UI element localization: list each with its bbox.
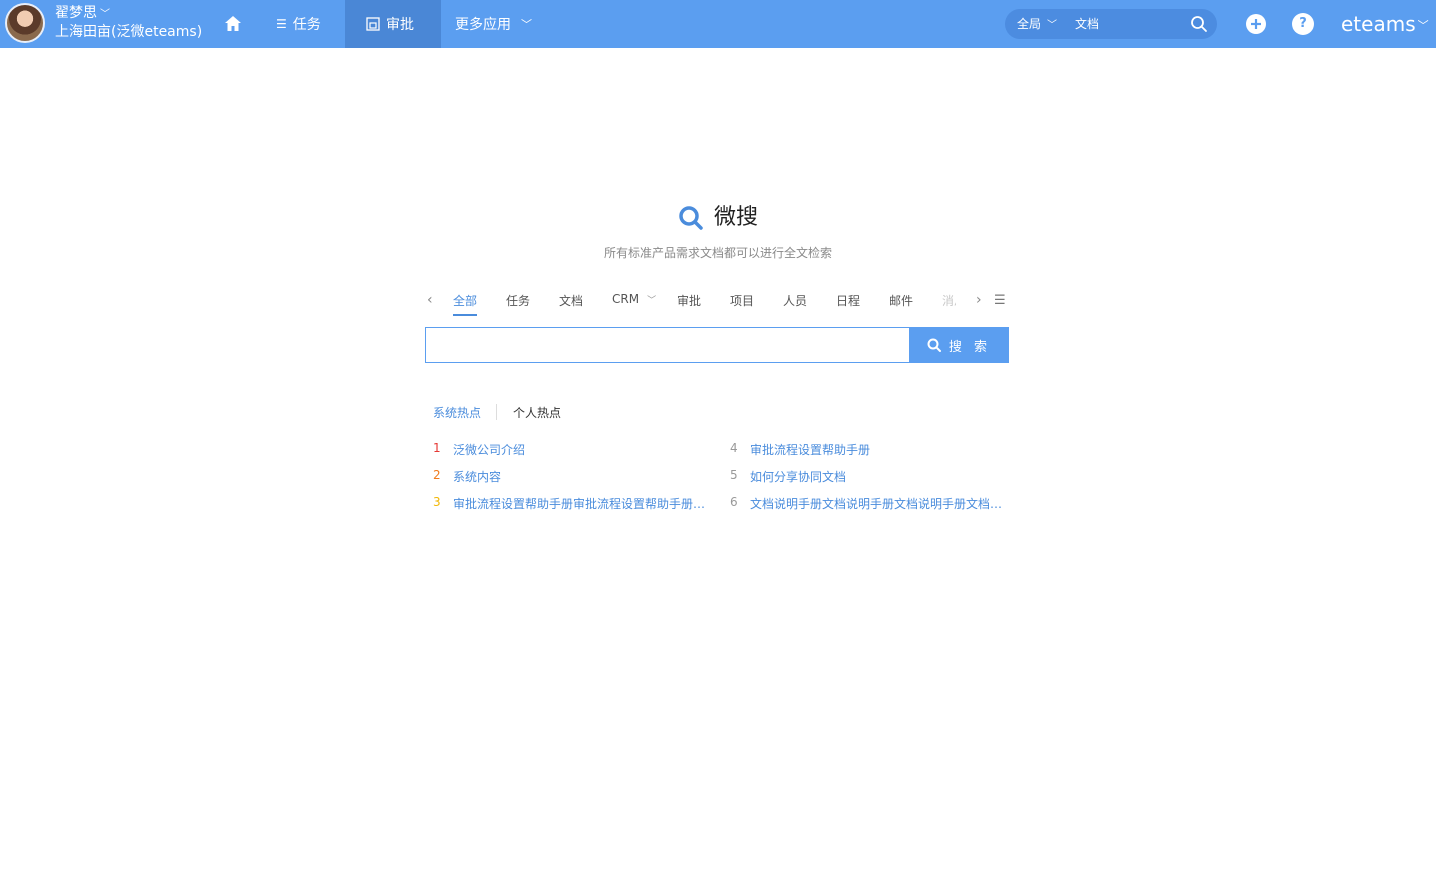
- home-icon: [225, 16, 241, 31]
- category-tabs: ‹ 全部 任务 文档 CRM ﹀ 审批 项目 人员 日程 邮件 消息 › ☰: [424, 288, 1010, 316]
- nav-approve-label: 审批: [386, 17, 414, 33]
- user-switcher[interactable]: 翟梦思 ﹀: [55, 5, 110, 23]
- tab-all[interactable]: 全部: [453, 292, 478, 316]
- plus-circle-icon[interactable]: [1245, 13, 1267, 35]
- tab-personal-hot[interactable]: 个人热点: [513, 404, 561, 421]
- search-input[interactable]: [425, 327, 910, 363]
- hot-link[interactable]: 系统内容: [453, 468, 501, 485]
- rank-number: 4: [730, 441, 738, 455]
- chevron-down-icon: ﹀: [100, 9, 110, 20]
- nav-more-apps[interactable]: 更多应用 ﹀: [455, 0, 532, 48]
- tab-message[interactable]: 消息: [942, 292, 956, 309]
- divider: [496, 404, 497, 420]
- chevron-down-icon: ﹀: [521, 18, 532, 31]
- list-item[interactable]: 2 系统内容: [433, 468, 501, 485]
- user-org: 上海田亩(泛微eteams): [55, 24, 203, 40]
- tab-task[interactable]: 任务: [506, 292, 530, 309]
- rank-number: 5: [730, 468, 738, 482]
- search-heading: 微搜: [0, 202, 1436, 234]
- tab-people[interactable]: 人员: [783, 292, 807, 309]
- list-item[interactable]: 4 审批流程设置帮助手册: [730, 441, 870, 458]
- tab-system-hot[interactable]: 系统热点: [433, 404, 481, 421]
- chevron-right-icon[interactable]: ›: [976, 292, 982, 308]
- page-subtitle: 所有标准产品需求文档都可以进行全文检索: [603, 246, 832, 260]
- hot-link[interactable]: 如何分享协同文档: [750, 468, 846, 485]
- rank-number: 6: [730, 495, 738, 509]
- chevron-down-icon: ﹀: [1417, 18, 1429, 32]
- hot-link[interactable]: 审批流程设置帮助手册审批流程设置帮助手册审批流程设置帮助手册: [453, 495, 707, 512]
- page-title: 微搜: [713, 205, 758, 230]
- hot-link[interactable]: 文档说明手册文档说明手册文档说明手册文档说明手册: [750, 495, 1004, 512]
- chevron-down-icon: ﹀: [1047, 20, 1058, 31]
- list-icon: ☰: [276, 17, 287, 31]
- search-scope-select[interactable]: 全局 ﹀: [1017, 9, 1057, 39]
- nav-task[interactable]: ☰ 任务: [276, 0, 321, 48]
- hot-link[interactable]: 审批流程设置帮助手册: [750, 441, 870, 458]
- rank-number: 2: [433, 468, 441, 482]
- chevron-down-icon: ﹀: [647, 296, 657, 306]
- search-scope-label: 全局: [1017, 17, 1042, 31]
- approve-icon: [366, 17, 380, 31]
- tab-approve[interactable]: 审批: [677, 292, 701, 309]
- hot-link[interactable]: 泛微公司介绍: [453, 441, 525, 458]
- help-icon[interactable]: ?: [1292, 13, 1314, 35]
- search-button-label: 搜 索: [948, 339, 992, 355]
- rank-number: 1: [433, 441, 441, 455]
- tab-document[interactable]: 文档: [559, 292, 583, 309]
- menu-icon[interactable]: ☰: [994, 293, 1006, 308]
- list-item[interactable]: 1 泛微公司介绍: [433, 441, 525, 458]
- search-button[interactable]: 搜 索: [909, 327, 1009, 363]
- list-item[interactable]: 3 审批流程设置帮助手册审批流程设置帮助手册审批流程设置帮助手册: [433, 495, 707, 512]
- nav-approve[interactable]: 审批: [345, 0, 441, 48]
- tab-crm-label: CRM: [612, 292, 640, 306]
- chevron-left-icon[interactable]: ‹: [427, 292, 433, 308]
- brand-menu[interactable]: eteams ﹀: [1341, 11, 1429, 39]
- top-bar: 翟梦思 ﹀ 上海田亩(泛微eteams) ☰ 任务 审批 更多应用 ﹀ 全局 ﹀ 文…: [0, 0, 1436, 48]
- nav-home[interactable]: [220, 0, 246, 48]
- nav-task-label: 任务: [292, 17, 321, 33]
- list-item[interactable]: 6 文档说明手册文档说明手册文档说明手册文档说明手册: [730, 495, 1004, 512]
- search-icon[interactable]: [1190, 15, 1208, 33]
- user-name: 翟梦思: [55, 5, 97, 21]
- global-search: 全局 ﹀ 文档: [1005, 9, 1217, 39]
- tab-mail[interactable]: 邮件: [889, 292, 913, 309]
- tab-project[interactable]: 项目: [730, 292, 754, 309]
- tab-schedule[interactable]: 日程: [836, 292, 860, 309]
- tab-crm[interactable]: CRM ﹀: [612, 292, 656, 306]
- brand-label: eteams: [1341, 12, 1416, 36]
- global-search-input[interactable]: 文档: [1075, 9, 1099, 39]
- search-icon: [679, 206, 703, 230]
- rank-number: 3: [433, 495, 441, 509]
- list-item[interactable]: 5 如何分享协同文档: [730, 468, 846, 485]
- search-icon: [927, 338, 941, 352]
- nav-more-label: 更多应用: [455, 17, 511, 33]
- avatar[interactable]: [5, 3, 45, 43]
